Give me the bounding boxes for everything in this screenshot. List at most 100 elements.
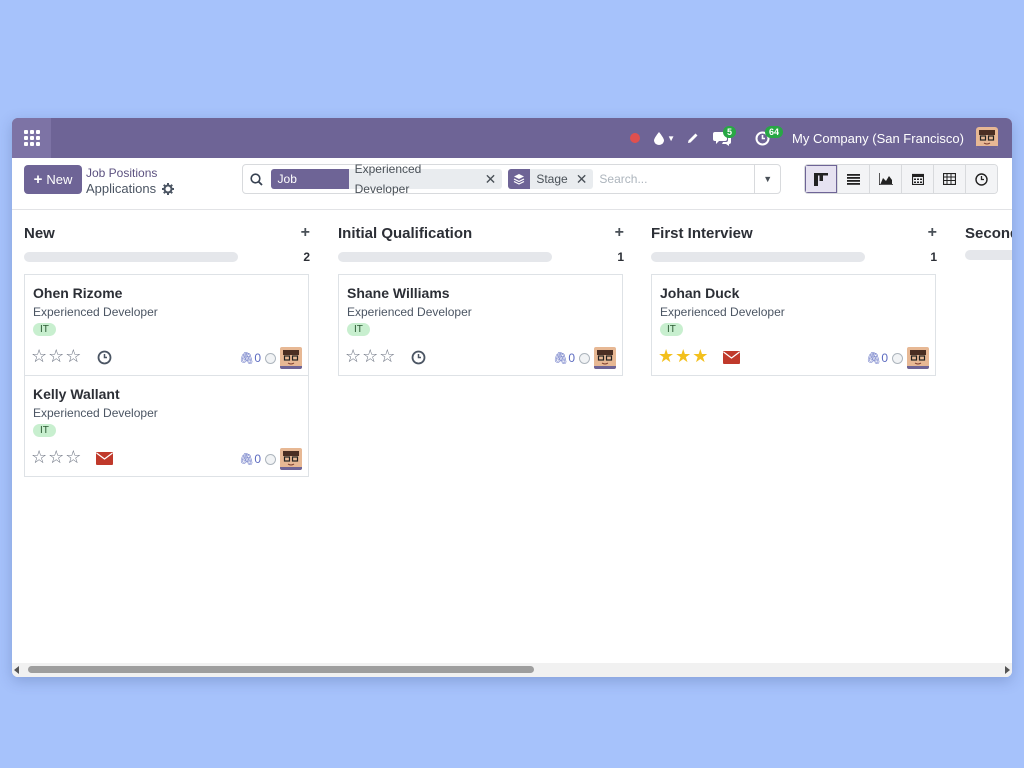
activity-clock-icon[interactable] xyxy=(409,349,427,365)
page-title: Applications xyxy=(86,181,157,196)
drop-menu-button[interactable]: ▼ xyxy=(654,118,675,158)
paperclip-icon: 🖇 xyxy=(866,351,882,365)
avatar xyxy=(976,127,998,149)
pivot-icon xyxy=(943,173,956,185)
control-panel: + New Job Positions Applications Job Pos… xyxy=(12,158,1012,210)
column-count: 1 xyxy=(930,250,937,264)
record-button[interactable] xyxy=(630,118,654,158)
priority-stars: ★ ★ ★ xyxy=(658,347,708,365)
apps-menu-button[interactable] xyxy=(12,118,51,158)
top-navbar: ▼ 5 64 My Company (San Francisco) xyxy=(12,118,1012,158)
envelope-icon[interactable] xyxy=(95,450,113,466)
progress-track[interactable] xyxy=(965,250,1012,260)
new-button[interactable]: + New xyxy=(24,165,82,194)
close-icon[interactable]: ✕ xyxy=(485,169,497,189)
user-menu[interactable] xyxy=(976,118,998,158)
column-progressbar: 2 xyxy=(24,250,310,264)
scrollbar-thumb[interactable] xyxy=(28,666,534,673)
attachment-number: 0 xyxy=(254,351,261,365)
list-view-button[interactable] xyxy=(837,165,869,193)
quick-create-button[interactable]: + xyxy=(928,224,937,242)
status-dot[interactable] xyxy=(579,352,590,364)
horizontal-scrollbar[interactable] xyxy=(12,663,1012,677)
column-title[interactable]: First Interview xyxy=(651,225,753,242)
progress-track[interactable] xyxy=(651,252,865,262)
status-dot[interactable] xyxy=(892,352,903,364)
star-icon[interactable]: ☆ xyxy=(65,448,81,466)
star-icon[interactable]: ☆ xyxy=(362,347,378,365)
new-button-label: New xyxy=(46,172,73,187)
breadcrumb-parent-link[interactable]: Job Positions xyxy=(86,165,174,181)
quick-create-button[interactable]: + xyxy=(615,224,624,242)
messages-button[interactable]: 5 xyxy=(713,118,737,158)
kanban-card[interactable]: Shane Williams Experienced Developer IT … xyxy=(338,274,623,376)
star-icon[interactable]: ☆ xyxy=(65,347,81,365)
applicant-name: Ohen Rizome xyxy=(33,285,123,301)
star-icon[interactable]: ☆ xyxy=(31,448,47,466)
star-icon[interactable]: ☆ xyxy=(48,448,64,466)
progress-track[interactable] xyxy=(24,252,238,262)
attachment-number: 0 xyxy=(568,351,575,365)
paperclip-icon: 🖇 xyxy=(239,351,255,365)
activities-button[interactable]: 64 xyxy=(755,118,784,158)
column-title[interactable]: Initial Qualification xyxy=(338,225,472,242)
calendar-icon xyxy=(911,173,924,185)
layers-icon xyxy=(508,169,531,189)
status-dot[interactable] xyxy=(265,453,276,465)
star-icon[interactable]: ★ xyxy=(658,347,674,365)
tag-badge: IT xyxy=(660,323,683,336)
quick-create-button[interactable]: + xyxy=(301,224,310,242)
column-header: Second Interview xyxy=(965,210,1012,250)
progress-track[interactable] xyxy=(338,252,552,262)
close-icon[interactable]: ✕ xyxy=(576,169,588,189)
kanban-card[interactable]: Ohen Rizome Experienced Developer IT ☆ ☆… xyxy=(24,274,309,376)
job-title: Experienced Developer xyxy=(660,305,785,319)
column-title[interactable]: New xyxy=(24,225,55,242)
search-options-toggle[interactable]: ▼ xyxy=(754,165,780,193)
calendar-view-button[interactable] xyxy=(901,165,933,193)
breadcrumb-current: Applications xyxy=(86,181,175,197)
messages-badge: 5 xyxy=(723,126,737,138)
company-switcher[interactable]: My Company (San Francisco) xyxy=(792,118,964,158)
scroll-right-arrow-icon[interactable] xyxy=(1005,666,1010,674)
kanban-column: Initial Qualification + 1 Shane Williams… xyxy=(338,210,624,376)
activity-clock-icon[interactable] xyxy=(95,349,113,365)
avatar xyxy=(280,347,302,369)
star-icon[interactable]: ☆ xyxy=(345,347,361,365)
kanban-card[interactable]: Kelly Wallant Experienced Developer IT ☆… xyxy=(24,375,309,477)
column-title[interactable]: Second Interview xyxy=(965,225,1012,242)
envelope-icon[interactable] xyxy=(722,349,740,365)
job-title: Experienced Developer xyxy=(33,305,158,319)
priority-stars: ☆ ☆ ☆ xyxy=(345,347,395,365)
search-input[interactable] xyxy=(599,166,755,192)
star-icon[interactable]: ★ xyxy=(692,347,708,365)
status-dot[interactable] xyxy=(265,352,276,364)
facet-value: Stage ✕ xyxy=(530,169,594,189)
kanban-card[interactable]: Johan Duck Experienced Developer IT ★ ★ … xyxy=(651,274,936,376)
job-title: Experienced Developer xyxy=(33,406,158,420)
star-icon[interactable]: ☆ xyxy=(379,347,395,365)
systray: ▼ 5 64 My Company (San Francisco) xyxy=(630,118,998,158)
search-bar: Job Position Experienced Developer ✕ Sta… xyxy=(242,162,781,206)
app-window: ▼ 5 64 My Company (San Francisco) + New … xyxy=(12,118,1012,677)
column-header: Initial Qualification + xyxy=(338,210,624,250)
priority-stars: ☆ ☆ ☆ xyxy=(31,448,81,466)
activity-view-button[interactable] xyxy=(965,165,997,193)
facet-value-text: Experienced Developer xyxy=(354,162,422,196)
applicant-name: Shane Williams xyxy=(347,285,450,301)
kanban-column: Second Interview xyxy=(965,210,1012,271)
scroll-left-arrow-icon[interactable] xyxy=(14,666,19,674)
kanban-view-button[interactable] xyxy=(805,165,837,193)
star-icon[interactable]: ☆ xyxy=(48,347,64,365)
card-footer-right: 🖇 0 xyxy=(239,448,302,470)
gear-icon[interactable] xyxy=(162,183,175,195)
red-dot-icon xyxy=(630,133,641,143)
plus-icon: + xyxy=(33,171,43,188)
edit-button[interactable] xyxy=(687,118,699,158)
star-icon[interactable]: ★ xyxy=(675,347,691,365)
graph-view-button[interactable] xyxy=(869,165,901,193)
facet-job-position: Job Position Experienced Developer ✕ xyxy=(270,162,503,206)
star-icon[interactable]: ☆ xyxy=(31,347,47,365)
avatar xyxy=(594,347,616,369)
pivot-view-button[interactable] xyxy=(933,165,965,193)
